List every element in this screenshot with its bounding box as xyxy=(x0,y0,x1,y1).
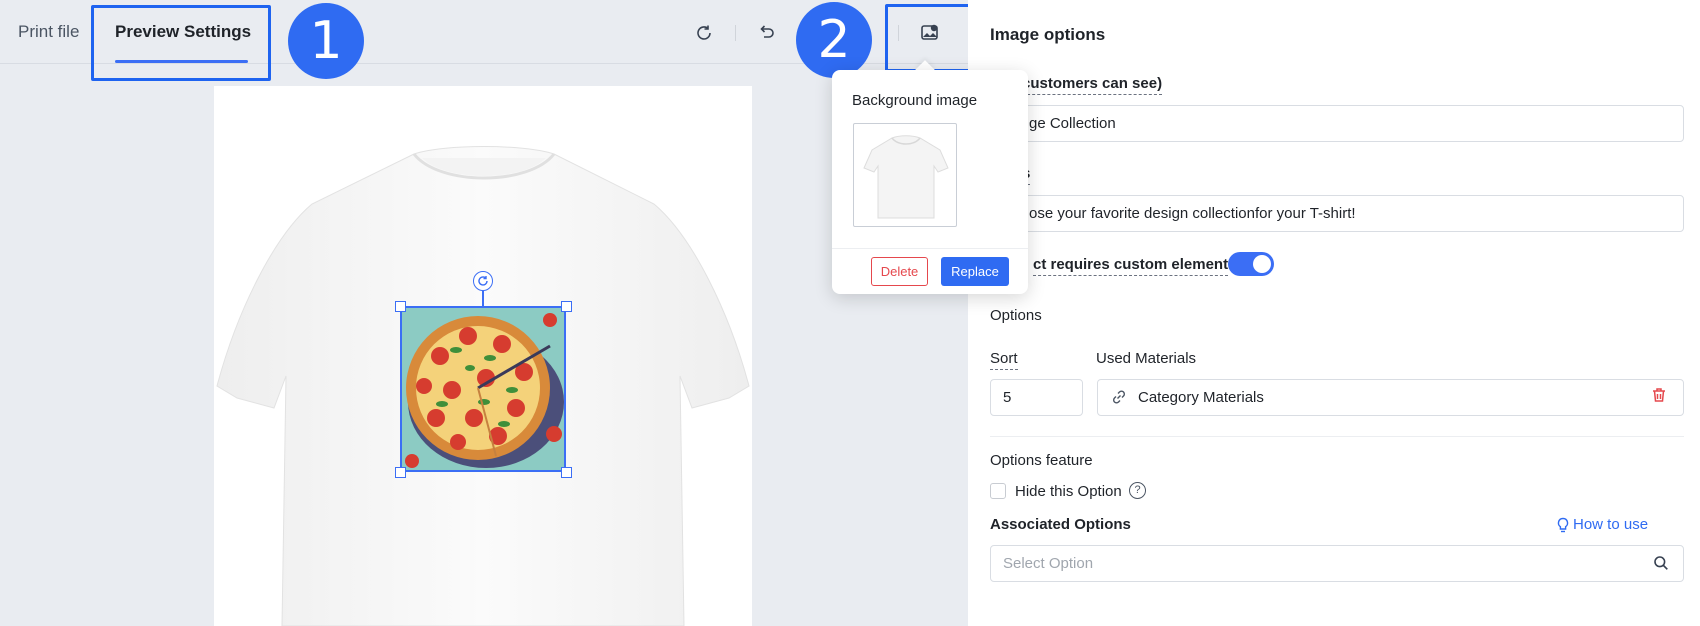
resize-handle-tr[interactable] xyxy=(561,301,572,312)
how-to-use-link[interactable]: How to use xyxy=(1573,516,1648,533)
refresh-icon[interactable] xyxy=(693,22,715,44)
options-section-label: Options xyxy=(990,307,1042,324)
name-input[interactable]: ge Collection xyxy=(990,105,1684,142)
background-thumbnail[interactable] xyxy=(853,123,957,227)
associated-options-label: Associated Options xyxy=(990,516,1131,533)
replace-button[interactable]: Replace xyxy=(941,257,1009,286)
link-icon xyxy=(1111,389,1127,410)
description-input[interactable]: ose your favorite design collectionfor y… xyxy=(990,195,1684,232)
annotation-badge-1: 1 xyxy=(288,3,364,79)
sort-input[interactable]: 5 xyxy=(990,379,1083,416)
custom-element-label: ct requires custom element xyxy=(1033,256,1229,276)
rotate-connector xyxy=(482,291,484,306)
selection-box[interactable] xyxy=(400,306,566,472)
hide-option-checkbox[interactable] xyxy=(990,483,1006,499)
used-materials-field[interactable]: Category Materials xyxy=(1097,379,1684,416)
options-feature-label: Options feature xyxy=(990,452,1093,469)
rotate-icon[interactable] xyxy=(473,271,493,291)
help-icon[interactable]: ? xyxy=(1129,482,1146,499)
panel-title: Image options xyxy=(990,25,1106,44)
search-icon[interactable] xyxy=(1653,555,1669,576)
annotation-badge-2: 2 xyxy=(796,2,872,78)
annotation-box-2 xyxy=(885,4,976,72)
tab-print-file[interactable]: Print file xyxy=(18,22,79,42)
popup-title: Background image xyxy=(852,92,978,109)
tshirt-thumbnail-icon xyxy=(863,135,949,219)
toolbar-divider xyxy=(735,25,736,41)
resize-handle-tl[interactable] xyxy=(395,301,406,312)
name-field-label: customers can see) xyxy=(1022,75,1163,95)
custom-element-toggle[interactable] xyxy=(1228,252,1274,276)
lightbulb-icon xyxy=(1556,517,1570,538)
select-option-input[interactable]: Select Option xyxy=(990,545,1684,582)
section-divider xyxy=(990,436,1684,437)
delete-button[interactable]: Delete xyxy=(871,257,928,286)
annotation-box-1 xyxy=(91,5,271,81)
popup-divider xyxy=(832,248,1028,249)
resize-handle-br[interactable] xyxy=(561,467,572,478)
sort-label: Sort xyxy=(990,350,1018,370)
used-materials-value: Category Materials xyxy=(1138,389,1264,406)
resize-handle-bl[interactable] xyxy=(395,467,406,478)
background-image-popup: Background image Delete Replace xyxy=(832,70,1028,294)
undo-icon[interactable] xyxy=(755,22,777,44)
used-materials-label: Used Materials xyxy=(1096,350,1197,367)
hide-option-label: Hide this Option xyxy=(1015,483,1122,500)
delete-material-icon[interactable] xyxy=(1650,386,1668,409)
